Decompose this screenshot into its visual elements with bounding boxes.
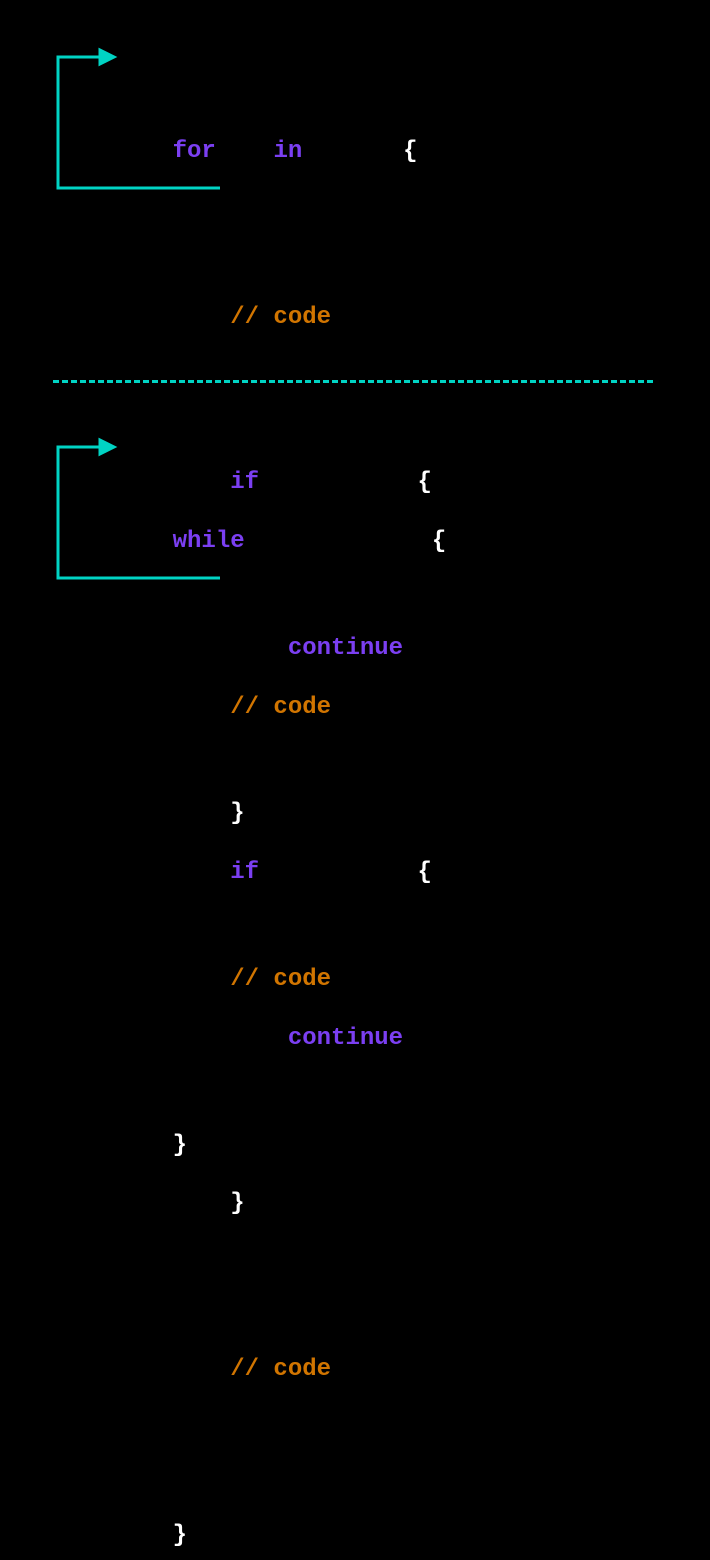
code-comment-1: // code [115, 652, 446, 764]
if-line: if { [115, 817, 446, 929]
continue-keyword: continue [288, 1025, 403, 1052]
if-keyword: if [230, 859, 259, 886]
for-line: for in { [115, 96, 432, 208]
divider [53, 380, 653, 383]
comment-text: // code [230, 1356, 331, 1383]
while-keyword: while [173, 528, 245, 555]
close-brace-outer: } [115, 1479, 446, 1560]
continue-line: continue [115, 983, 446, 1095]
while-line: while { [115, 486, 446, 598]
in-keyword: in [273, 138, 302, 165]
for-keyword: for [173, 138, 216, 165]
comment-text: // code [230, 694, 331, 721]
comment-text: // code [230, 304, 331, 331]
open-brace: { [432, 528, 446, 555]
while-loop-code: while { // code if { continue } // code … [115, 432, 446, 1560]
close-brace-inner: } [115, 1148, 446, 1260]
open-brace: { [403, 138, 417, 165]
code-comment-2: // code [115, 1314, 446, 1426]
code-comment-1: // code [115, 262, 432, 374]
open-brace: { [417, 859, 431, 886]
